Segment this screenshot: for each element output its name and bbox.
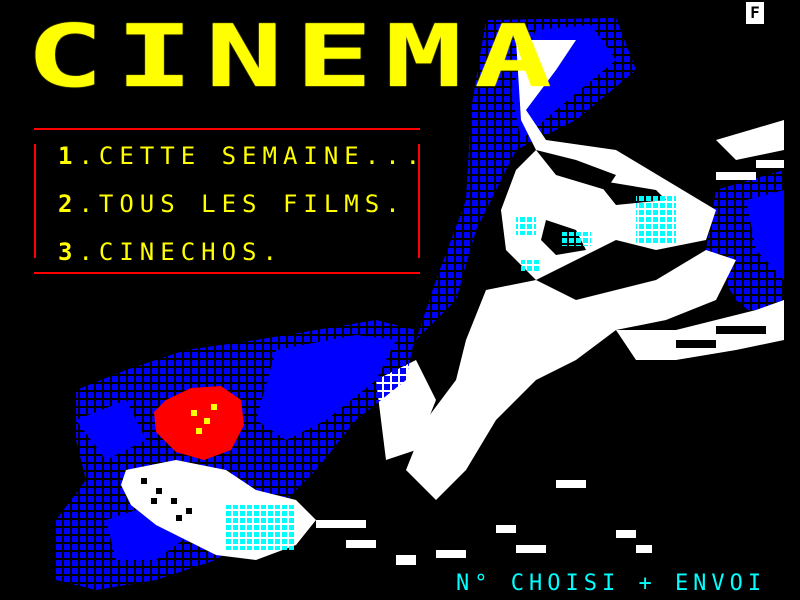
menu-item-number: 3 <box>58 238 79 266</box>
main-menu: 1.CETTE SEMAINE... 2.TOUS LES FILMS. 3.C… <box>34 128 420 274</box>
menu-item-label: .CINECHOS. <box>78 238 283 266</box>
function-key-badge: F <box>746 2 764 24</box>
menu-item-number: 1 <box>58 142 79 170</box>
footer-instruction: N° CHOISI + ENVOI <box>456 571 767 596</box>
menu-item-label: .CETTE SEMAINE... <box>78 142 427 170</box>
page-title: CINEMA <box>26 7 565 107</box>
menu-item-cinechos[interactable]: 3.CINECHOS. <box>58 240 283 264</box>
menu-item-cette-semaine[interactable]: 1.CETTE SEMAINE... <box>58 144 426 168</box>
menu-item-number: 2 <box>58 190 79 218</box>
menu-item-tous-les-films[interactable]: 2.TOUS LES FILMS. <box>58 192 406 216</box>
menu-item-label: .TOUS LES FILMS. <box>78 190 406 218</box>
minitel-screen: CINEMA F 1.CETTE SEMAINE... 2.TOUS LES F… <box>16 0 784 600</box>
